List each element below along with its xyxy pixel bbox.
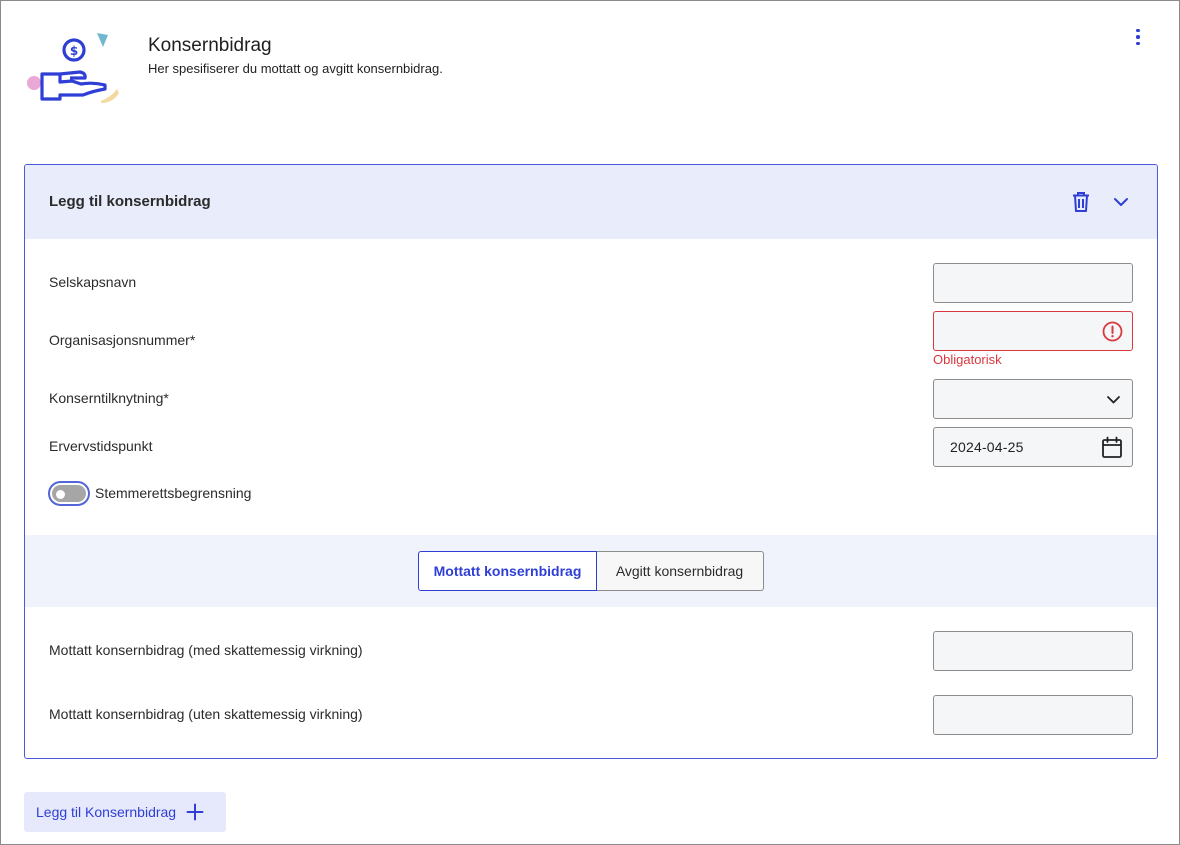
- acquisition-date-field[interactable]: 2024-04-25: [933, 427, 1133, 467]
- add-button-label: Legg til Konsernbidrag: [36, 804, 177, 820]
- calendar-icon[interactable]: [1101, 436, 1123, 459]
- received-with-tax-field[interactable]: [933, 631, 1133, 671]
- received-without-tax-input[interactable]: [934, 696, 1132, 734]
- toggle-track: [52, 485, 86, 502]
- add-group-contribution-button[interactable]: Legg til Konsernbidrag: [24, 792, 226, 832]
- page-title: Konsernbidrag: [148, 35, 272, 56]
- tab-band: Mottatt konsernbidrag Avgitt konsernbidr…: [25, 535, 1157, 607]
- chevron-down-icon: [1107, 396, 1120, 404]
- card-title: Legg til konsernbidrag: [49, 193, 211, 210]
- received-without-tax-field[interactable]: [933, 695, 1133, 735]
- received-with-tax-input[interactable]: [934, 632, 1132, 670]
- toggle-knob: [56, 490, 65, 499]
- org-number-error: Obligatorisk: [933, 352, 1002, 367]
- error-icon: [1102, 321, 1123, 342]
- chevron-down-icon[interactable]: [1111, 192, 1131, 212]
- acquisition-date-label: Ervervstidspunkt: [49, 438, 153, 454]
- company-name-input[interactable]: [934, 264, 1132, 302]
- plus-icon: [186, 803, 204, 821]
- company-name-field[interactable]: [933, 263, 1133, 303]
- org-number-label: Organisasjonsnummer*: [49, 332, 196, 348]
- card-header[interactable]: Legg til konsernbidrag: [25, 165, 1157, 239]
- acquisition-date-value: 2024-04-25: [950, 439, 1024, 455]
- company-name-label: Selskapsnavn: [49, 274, 137, 290]
- voting-restriction-toggle[interactable]: [48, 481, 90, 506]
- tab-given[interactable]: Avgitt konsernbidrag: [596, 551, 764, 591]
- page-frame: $ Konsernbidrag Her spesifiserer du mott…: [0, 0, 1180, 845]
- page-subtitle: Her spesifiserer du mottatt og avgitt ko…: [148, 61, 443, 76]
- group-contribution-card: Legg til konsernbidrag Selskapsnavn Orga…: [24, 164, 1158, 759]
- kebab-vertical-icon[interactable]: [1127, 25, 1149, 49]
- org-number-field[interactable]: [933, 311, 1133, 351]
- svg-text:$: $: [70, 44, 78, 58]
- group-relation-select[interactable]: [933, 379, 1133, 419]
- group-relation-label: Konserntilknytning*: [49, 390, 169, 406]
- tab-received[interactable]: Mottatt konsernbidrag: [418, 551, 597, 591]
- received-with-tax-label: Mottatt konsernbidrag (med skattemessig …: [49, 642, 363, 658]
- voting-restriction-label: Stemmerettsbegrensning: [95, 485, 252, 501]
- trash-icon[interactable]: [1071, 191, 1091, 213]
- hand-with-coin-icon: $: [27, 33, 119, 103]
- received-without-tax-label: Mottatt konsernbidrag (uten skattemessig…: [49, 706, 363, 722]
